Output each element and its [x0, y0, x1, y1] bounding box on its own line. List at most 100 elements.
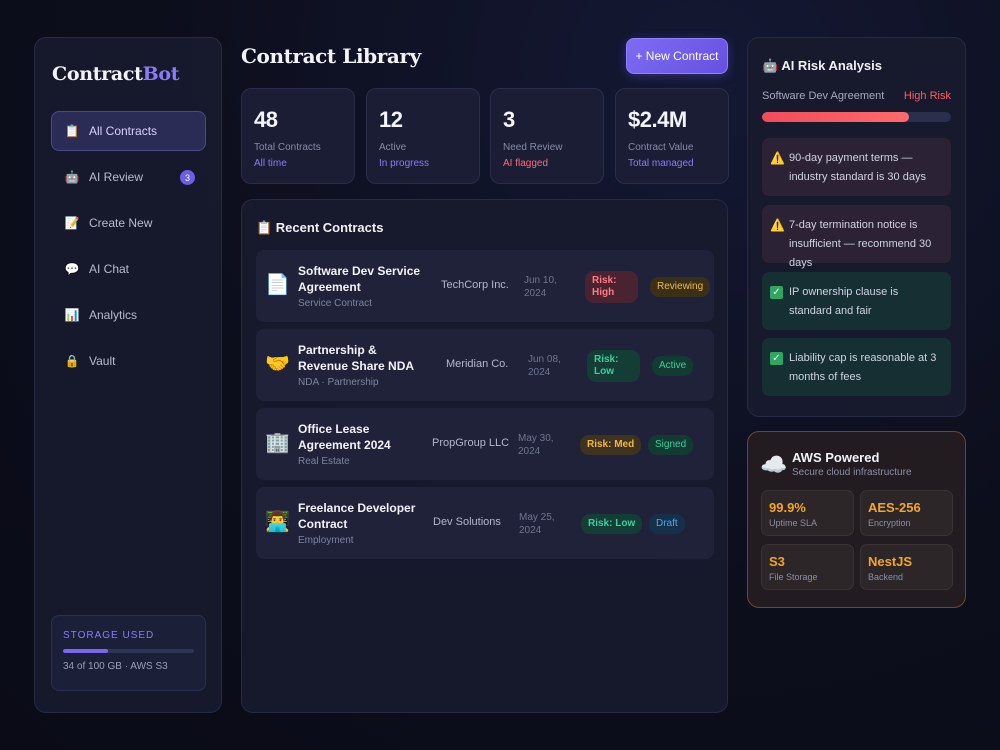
stat-value: 12 — [379, 107, 403, 132]
storage-widget: Storage Used 34 of 100 GB · AWS S3 — [51, 615, 206, 691]
aws-feature-value: AES-256 — [868, 500, 921, 515]
cloud-icon: ☁️ — [760, 452, 788, 477]
count-badge: 3 — [180, 170, 195, 185]
contract-date: May 30, 2024 — [518, 433, 554, 457]
contract-date: May 25, 2024 — [519, 512, 555, 536]
stat-card-total: 48 Total Contracts All time — [241, 88, 355, 184]
risk-meter — [762, 112, 951, 122]
contract-type: Service Contract — [298, 298, 372, 309]
risk-badge: Risk: Low — [581, 514, 643, 534]
contract-row[interactable]: 👨‍💻 Freelance Developer Contract Employm… — [256, 487, 714, 559]
warning-icon: ⚠️ — [770, 151, 785, 165]
ai-risk-document: Software Dev Agreement — [762, 90, 885, 102]
aws-feature-value: 99.9% — [769, 500, 806, 515]
contract-name: Freelance Developer Contract — [298, 501, 416, 531]
stat-sub: Total managed — [628, 158, 694, 169]
contract-company: Dev Solutions — [433, 516, 501, 528]
sidebar-item-label: Analytics — [89, 308, 138, 322]
stat-card-active: 12 Active In progress — [366, 88, 480, 184]
sidebar-item-analytics[interactable]: 📊 Analytics — [51, 295, 206, 335]
stat-card-need-review: 3 Need Review AI flagged — [490, 88, 604, 184]
sidebar-item-label: AI Chat — [89, 262, 130, 276]
stat-sub: In progress — [379, 158, 430, 169]
sidebar: ContractBot 📋 All Contracts 🤖 AI Review … — [34, 37, 222, 713]
aws-feature-storage: S3 File Storage — [761, 544, 854, 590]
sidebar-item-label: Create New — [89, 216, 153, 230]
contract-company: PropGroup LLC — [432, 437, 510, 449]
risk-finding: ✓ IP ownership clause is standard and fa… — [762, 272, 951, 330]
sidebar-item-create-new[interactable]: 📝 Create New — [51, 203, 206, 243]
clipboard-icon: 📋 — [64, 124, 80, 138]
contract-type: Employment — [298, 535, 354, 546]
aws-feature-label: Encryption — [868, 518, 911, 528]
finding-text: Liability cap is reasonable at 3 months … — [789, 352, 937, 383]
sidebar-item-all-contracts[interactable]: 📋 All Contracts — [51, 111, 206, 151]
status-badge: Active — [652, 356, 694, 376]
contract-company: Meridian Co. — [446, 358, 509, 370]
sidebar-item-label: AI Review — [89, 170, 144, 184]
check-icon: ✓ — [770, 286, 783, 299]
aws-feature-value: S3 — [769, 554, 785, 569]
lock-icon: 🔒 — [64, 354, 80, 368]
ai-risk-panel: 🤖 AI Risk Analysis Software Dev Agreemen… — [747, 37, 966, 417]
aws-feature-value: NestJS — [868, 554, 913, 569]
stat-card-contract-value: $2.4M Contract Value Total managed — [615, 88, 729, 184]
status-badge: Reviewing — [650, 277, 711, 297]
stat-label: Contract Value — [628, 142, 694, 153]
risk-meter-fill — [762, 112, 910, 122]
aws-feature-backend: NestJS Backend — [860, 544, 953, 590]
recent-contracts-panel: 📋 Recent Contracts 📄 Software Dev Servic… — [241, 199, 728, 713]
risk-badge: Risk: Med — [580, 435, 642, 455]
logo-main: Contract — [52, 63, 143, 85]
risk-finding: ✓ Liability cap is reasonable at 3 month… — [762, 338, 951, 396]
contract-name: Partnership & Revenue Share NDA — [298, 343, 415, 373]
contract-row[interactable]: 🤝 Partnership & Revenue Share NDA NDA · … — [256, 329, 714, 401]
risk-badge: Risk: High — [585, 271, 638, 303]
stat-label: Active — [379, 142, 407, 153]
contract-company: TechCorp Inc. — [441, 279, 509, 291]
sidebar-item-ai-chat[interactable]: 💬 AI Chat — [51, 249, 206, 289]
aws-feature-label: File Storage — [769, 572, 818, 582]
storage-progress-fill — [63, 649, 108, 653]
sidebar-nav: 📋 All Contracts 🤖 AI Review 3 📝 Create N… — [51, 111, 206, 387]
aws-feature-encryption: AES-256 Encryption — [860, 490, 953, 536]
aws-panel: ☁️ AWS Powered Secure cloud infrastructu… — [747, 431, 966, 608]
aws-feature-label: Uptime SLA — [769, 518, 818, 528]
new-contract-button[interactable]: + New Contract — [626, 38, 728, 74]
chat-bubble-icon: 💬 — [64, 262, 80, 276]
check-icon: ✓ — [770, 352, 783, 365]
storage-text: 34 of 100 GB · AWS S3 — [63, 661, 168, 672]
stat-label: Need Review — [503, 142, 563, 153]
contract-type: Real Estate — [298, 456, 350, 467]
ai-risk-title: 🤖 AI Risk Analysis — [762, 58, 882, 73]
sidebar-item-ai-review[interactable]: 🤖 AI Review 3 — [51, 157, 206, 197]
contract-row[interactable]: 🏢 Office Lease Agreement 2024 Real Estat… — [256, 408, 714, 480]
developer-icon: 👨‍💻 — [265, 511, 290, 533]
aws-title: AWS Powered — [792, 450, 880, 465]
recent-contracts-title: 📋 Recent Contracts — [256, 220, 384, 235]
stat-sub: All time — [254, 158, 287, 169]
contract-row[interactable]: 📄 Software Dev Service Agreement Service… — [256, 250, 714, 322]
aws-feature-uptime: 99.9% Uptime SLA — [761, 490, 854, 536]
finding-text: IP ownership clause is standard and fair — [789, 286, 899, 317]
risk-badge: Risk: Low — [587, 350, 640, 382]
robot-icon: 🤖 — [64, 170, 80, 184]
contract-name: Office Lease Agreement 2024 — [298, 422, 391, 452]
sidebar-item-label: Vault — [89, 354, 116, 368]
document-icon: 📄 — [265, 274, 290, 296]
aws-feature-label: Backend — [868, 572, 904, 582]
page-title: Contract Library — [241, 44, 421, 68]
contract-name: Software Dev Service Agreement — [298, 264, 421, 294]
ai-risk-level: High Risk — [903, 90, 951, 102]
bar-chart-icon: 📊 — [64, 308, 80, 322]
stat-value: 48 — [254, 107, 278, 132]
app-logo[interactable]: ContractBot — [52, 63, 180, 85]
finding-text: 7-day termination notice is insufficient… — [789, 219, 932, 269]
aws-subtitle: Secure cloud infrastructure — [792, 467, 912, 478]
sidebar-item-vault[interactable]: 🔒 Vault — [51, 341, 206, 381]
status-badge: Signed — [648, 435, 694, 455]
logo-accent: Bot — [142, 63, 180, 85]
stat-value: 3 — [503, 107, 515, 132]
contract-type: NDA · Partnership — [298, 377, 379, 388]
risk-finding: ⚠️ 90-day payment terms — industry stand… — [762, 138, 951, 196]
